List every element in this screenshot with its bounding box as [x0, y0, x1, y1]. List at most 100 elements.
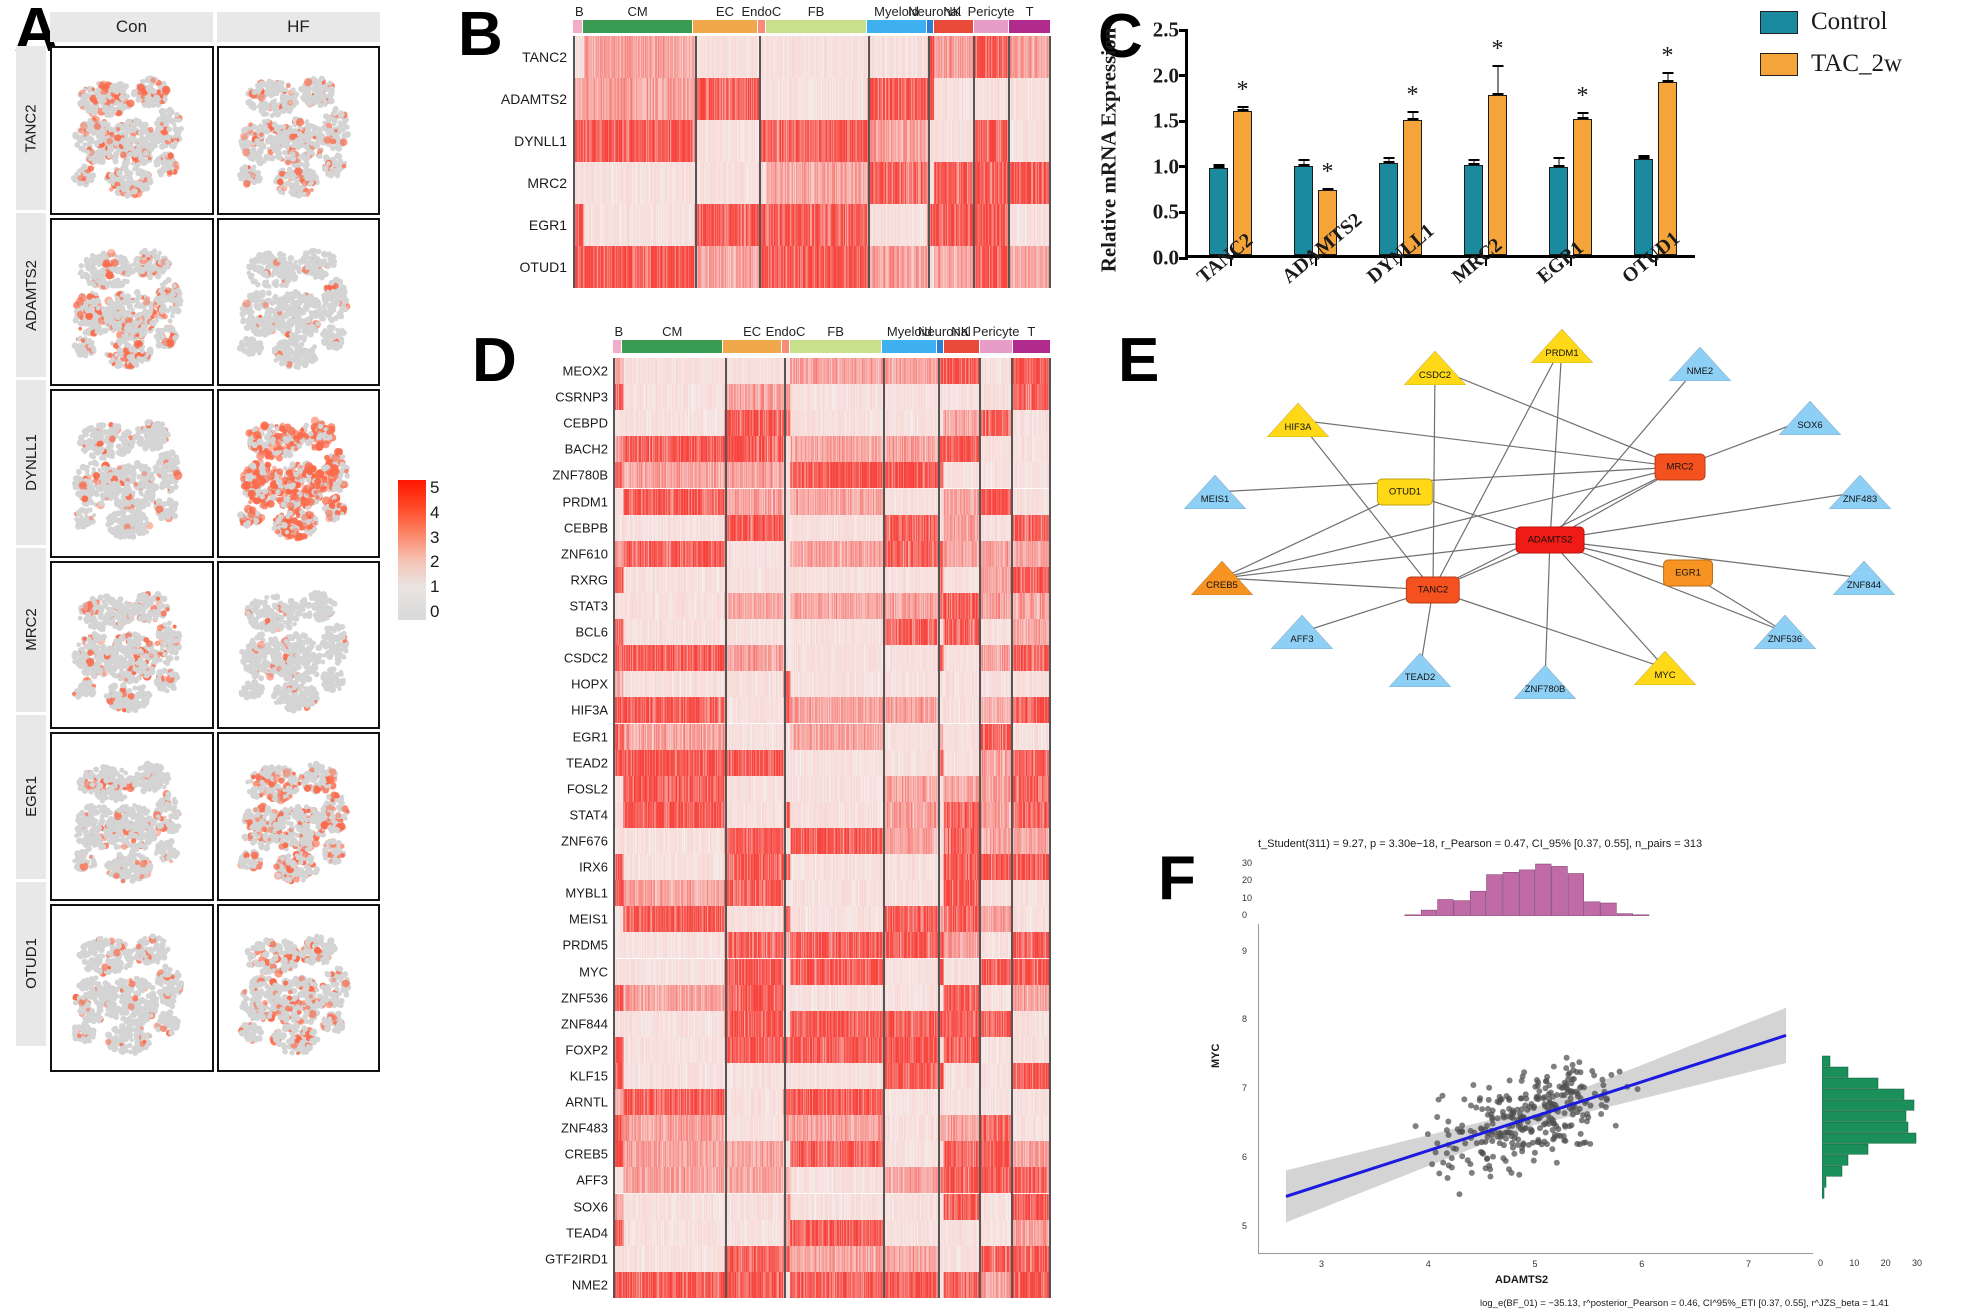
- umap-plot-dynll1-con[interactable]: [50, 389, 214, 558]
- bar-tanc2-control[interactable]: [1209, 163, 1228, 255]
- celltype-segment-neuronal[interactable]: Neuronal: [908, 4, 961, 33]
- network-node-znf780b[interactable]: ZNF780B: [1514, 665, 1576, 699]
- network-node-mrc2[interactable]: MRC2: [1654, 453, 1706, 481]
- panel-d-row-nme2[interactable]: NME2: [572, 1271, 1049, 1298]
- network-node-meis1[interactable]: MEIS1: [1184, 475, 1246, 509]
- panel-d-row-hopx[interactable]: HOPX: [571, 671, 1049, 698]
- panel-d-row-sox6[interactable]: SOX6: [573, 1193, 1049, 1220]
- bar-egr1-tac_2w[interactable]: *: [1573, 84, 1592, 255]
- panel-d-row-myc[interactable]: MYC: [579, 958, 1049, 985]
- panel-d-row-prdm1[interactable]: PRDM1: [562, 488, 1049, 515]
- panel-d-row-stat4[interactable]: STAT4: [569, 801, 1049, 828]
- bar-mrc2-control[interactable]: [1464, 159, 1483, 255]
- panel-d-row-meis1[interactable]: MEIS1: [569, 906, 1049, 933]
- network-node-tead2[interactable]: TEAD2: [1389, 653, 1451, 687]
- celltype-segment-b[interactable]: B: [613, 324, 623, 353]
- panel-d-row-znf483[interactable]: ZNF483: [561, 1115, 1049, 1142]
- panel-b-row-otud1[interactable]: OTUD1: [520, 246, 1049, 288]
- celltype-segment-nk[interactable]: NK: [934, 4, 974, 33]
- legend-item-control[interactable]: Control: [1760, 8, 1902, 36]
- network-node-nme2[interactable]: NME2: [1669, 347, 1731, 381]
- celltype-segment-myeloid[interactable]: Myeloid: [867, 4, 927, 33]
- network-node-creb5[interactable]: CREB5: [1191, 561, 1253, 595]
- network-node-znf483[interactable]: ZNF483: [1829, 475, 1891, 509]
- panel-b-row-tanc2[interactable]: TANC2: [522, 36, 1049, 78]
- bar-group-mrc2[interactable]: *: [1443, 27, 1528, 255]
- panel-d-row-irx6[interactable]: IRX6: [579, 854, 1049, 881]
- panel-d-row-znf536[interactable]: ZNF536: [561, 984, 1049, 1011]
- panel-b-row-adamts2[interactable]: ADAMTS2: [501, 78, 1049, 120]
- panel-d-row-arntl[interactable]: ARNTL: [565, 1089, 1049, 1116]
- celltype-segment-fb[interactable]: FB: [766, 4, 866, 33]
- umap-plot-adamts2-con[interactable]: [50, 217, 214, 386]
- bar-group-tanc2[interactable]: *: [1188, 27, 1273, 255]
- panel-d-row-stat3[interactable]: STAT3: [569, 592, 1049, 620]
- network-node-myc[interactable]: MYC: [1634, 651, 1696, 685]
- celltype-segment-myeloid[interactable]: Myeloid: [882, 324, 937, 353]
- panel-d-row-klf15[interactable]: KLF15: [570, 1062, 1049, 1090]
- bar-adamts2-control[interactable]: [1294, 159, 1313, 255]
- network-node-egr1[interactable]: EGR1: [1663, 559, 1713, 587]
- network-node-hif3a[interactable]: HIF3A: [1267, 403, 1329, 437]
- umap-plot-tanc2-con[interactable]: [50, 46, 214, 215]
- bar-group-dynll1[interactable]: *: [1358, 27, 1443, 255]
- network-node-tanc2[interactable]: TANC2: [1405, 576, 1461, 604]
- umap-plot-adamts2-hf[interactable]: [216, 217, 380, 386]
- umap-plot-egr1-con[interactable]: [50, 732, 214, 901]
- umap-plot-otud1-con[interactable]: [50, 903, 214, 1072]
- panel-b-row-egr1[interactable]: EGR1: [529, 204, 1049, 246]
- umap-plot-tanc2-hf[interactable]: [216, 46, 380, 215]
- celltype-segment-cm[interactable]: CM: [622, 324, 723, 353]
- panel-d-row-creb5[interactable]: CREB5: [565, 1141, 1049, 1168]
- celltype-segment-t[interactable]: T: [1012, 324, 1050, 353]
- panel-d-row-znf610[interactable]: ZNF610: [561, 540, 1049, 567]
- panel-d-row-csdc2[interactable]: CSDC2: [564, 645, 1049, 672]
- legend-item-tac_2w[interactable]: TAC_2w: [1760, 50, 1902, 78]
- network-node-prdm1[interactable]: PRDM1: [1531, 329, 1593, 363]
- panel-d-row-foxp2[interactable]: FOXP2: [565, 1036, 1049, 1063]
- network-node-otud1[interactable]: OTUD1: [1376, 478, 1434, 506]
- panel-d-row-csrnp3[interactable]: CSRNP3: [555, 384, 1049, 411]
- bar-mrc2-tac_2w[interactable]: *: [1488, 37, 1507, 255]
- celltype-segment-t[interactable]: T: [1009, 4, 1050, 33]
- celltype-segment-pericyte[interactable]: Pericyte: [968, 4, 1015, 33]
- celltype-segment-endoc[interactable]: EndoC: [766, 324, 805, 353]
- bar-egr1-control[interactable]: [1549, 156, 1568, 255]
- panel-d-row-prdm5[interactable]: PRDM5: [562, 932, 1049, 959]
- umap-plot-dynll1-hf[interactable]: [216, 389, 380, 558]
- celltype-segment-nk[interactable]: NK: [944, 324, 980, 353]
- celltype-segment-endoc[interactable]: EndoC: [742, 4, 781, 33]
- network-node-znf536[interactable]: ZNF536: [1754, 615, 1816, 649]
- panel-d-row-gtf2ird1[interactable]: GTF2IRD1: [545, 1245, 1049, 1272]
- bar-otud1-control[interactable]: [1634, 154, 1653, 255]
- bar-group-egr1[interactable]: *: [1528, 27, 1613, 255]
- bar-dynll1-control[interactable]: [1379, 156, 1398, 255]
- umap-plot-mrc2-hf[interactable]: [216, 560, 380, 729]
- celltype-segment-ec[interactable]: EC: [693, 4, 757, 33]
- celltype-segment-fb[interactable]: FB: [789, 324, 882, 353]
- celltype-segment-pericyte[interactable]: Pericyte: [973, 324, 1020, 353]
- network-node-znf844[interactable]: ZNF844: [1833, 561, 1895, 595]
- celltype-segment-neuronal[interactable]: Neuronal: [918, 324, 971, 353]
- panel-d-row-fosl2[interactable]: FOSL2: [567, 775, 1049, 802]
- panel-d-row-egr1[interactable]: EGR1: [573, 723, 1049, 750]
- panel-d-row-tead4[interactable]: TEAD4: [566, 1219, 1049, 1246]
- panel-d-row-znf780b[interactable]: ZNF780B: [552, 462, 1049, 489]
- celltype-segment-cm[interactable]: CM: [583, 4, 693, 33]
- panel-d-row-tead2[interactable]: TEAD2: [566, 749, 1049, 776]
- panel-d-row-mybl1[interactable]: MYBL1: [565, 880, 1049, 907]
- panel-d-row-hif3a[interactable]: HIF3A: [571, 697, 1049, 724]
- umap-plot-mrc2-con[interactable]: [50, 560, 214, 729]
- panel-d-row-bcl6[interactable]: BCL6: [575, 619, 1049, 646]
- panel-d-row-bach2[interactable]: BACH2: [565, 436, 1049, 463]
- network-node-csdc2[interactable]: CSDC2: [1404, 351, 1466, 385]
- panel-b-row-dynll1[interactable]: DYNLL1: [514, 120, 1049, 162]
- umap-plot-egr1-hf[interactable]: [216, 732, 380, 901]
- bar-group-otud1[interactable]: *: [1613, 27, 1698, 255]
- celltype-segment-b[interactable]: B: [573, 4, 584, 33]
- network-node-adamts2[interactable]: ADAMTS2: [1515, 526, 1585, 554]
- panel-d-row-cebpd[interactable]: CEBPD: [563, 410, 1049, 437]
- umap-plot-otud1-hf[interactable]: [216, 903, 380, 1072]
- panel-b-row-mrc2[interactable]: MRC2: [527, 162, 1049, 204]
- panel-d-row-meox2[interactable]: MEOX2: [562, 358, 1049, 385]
